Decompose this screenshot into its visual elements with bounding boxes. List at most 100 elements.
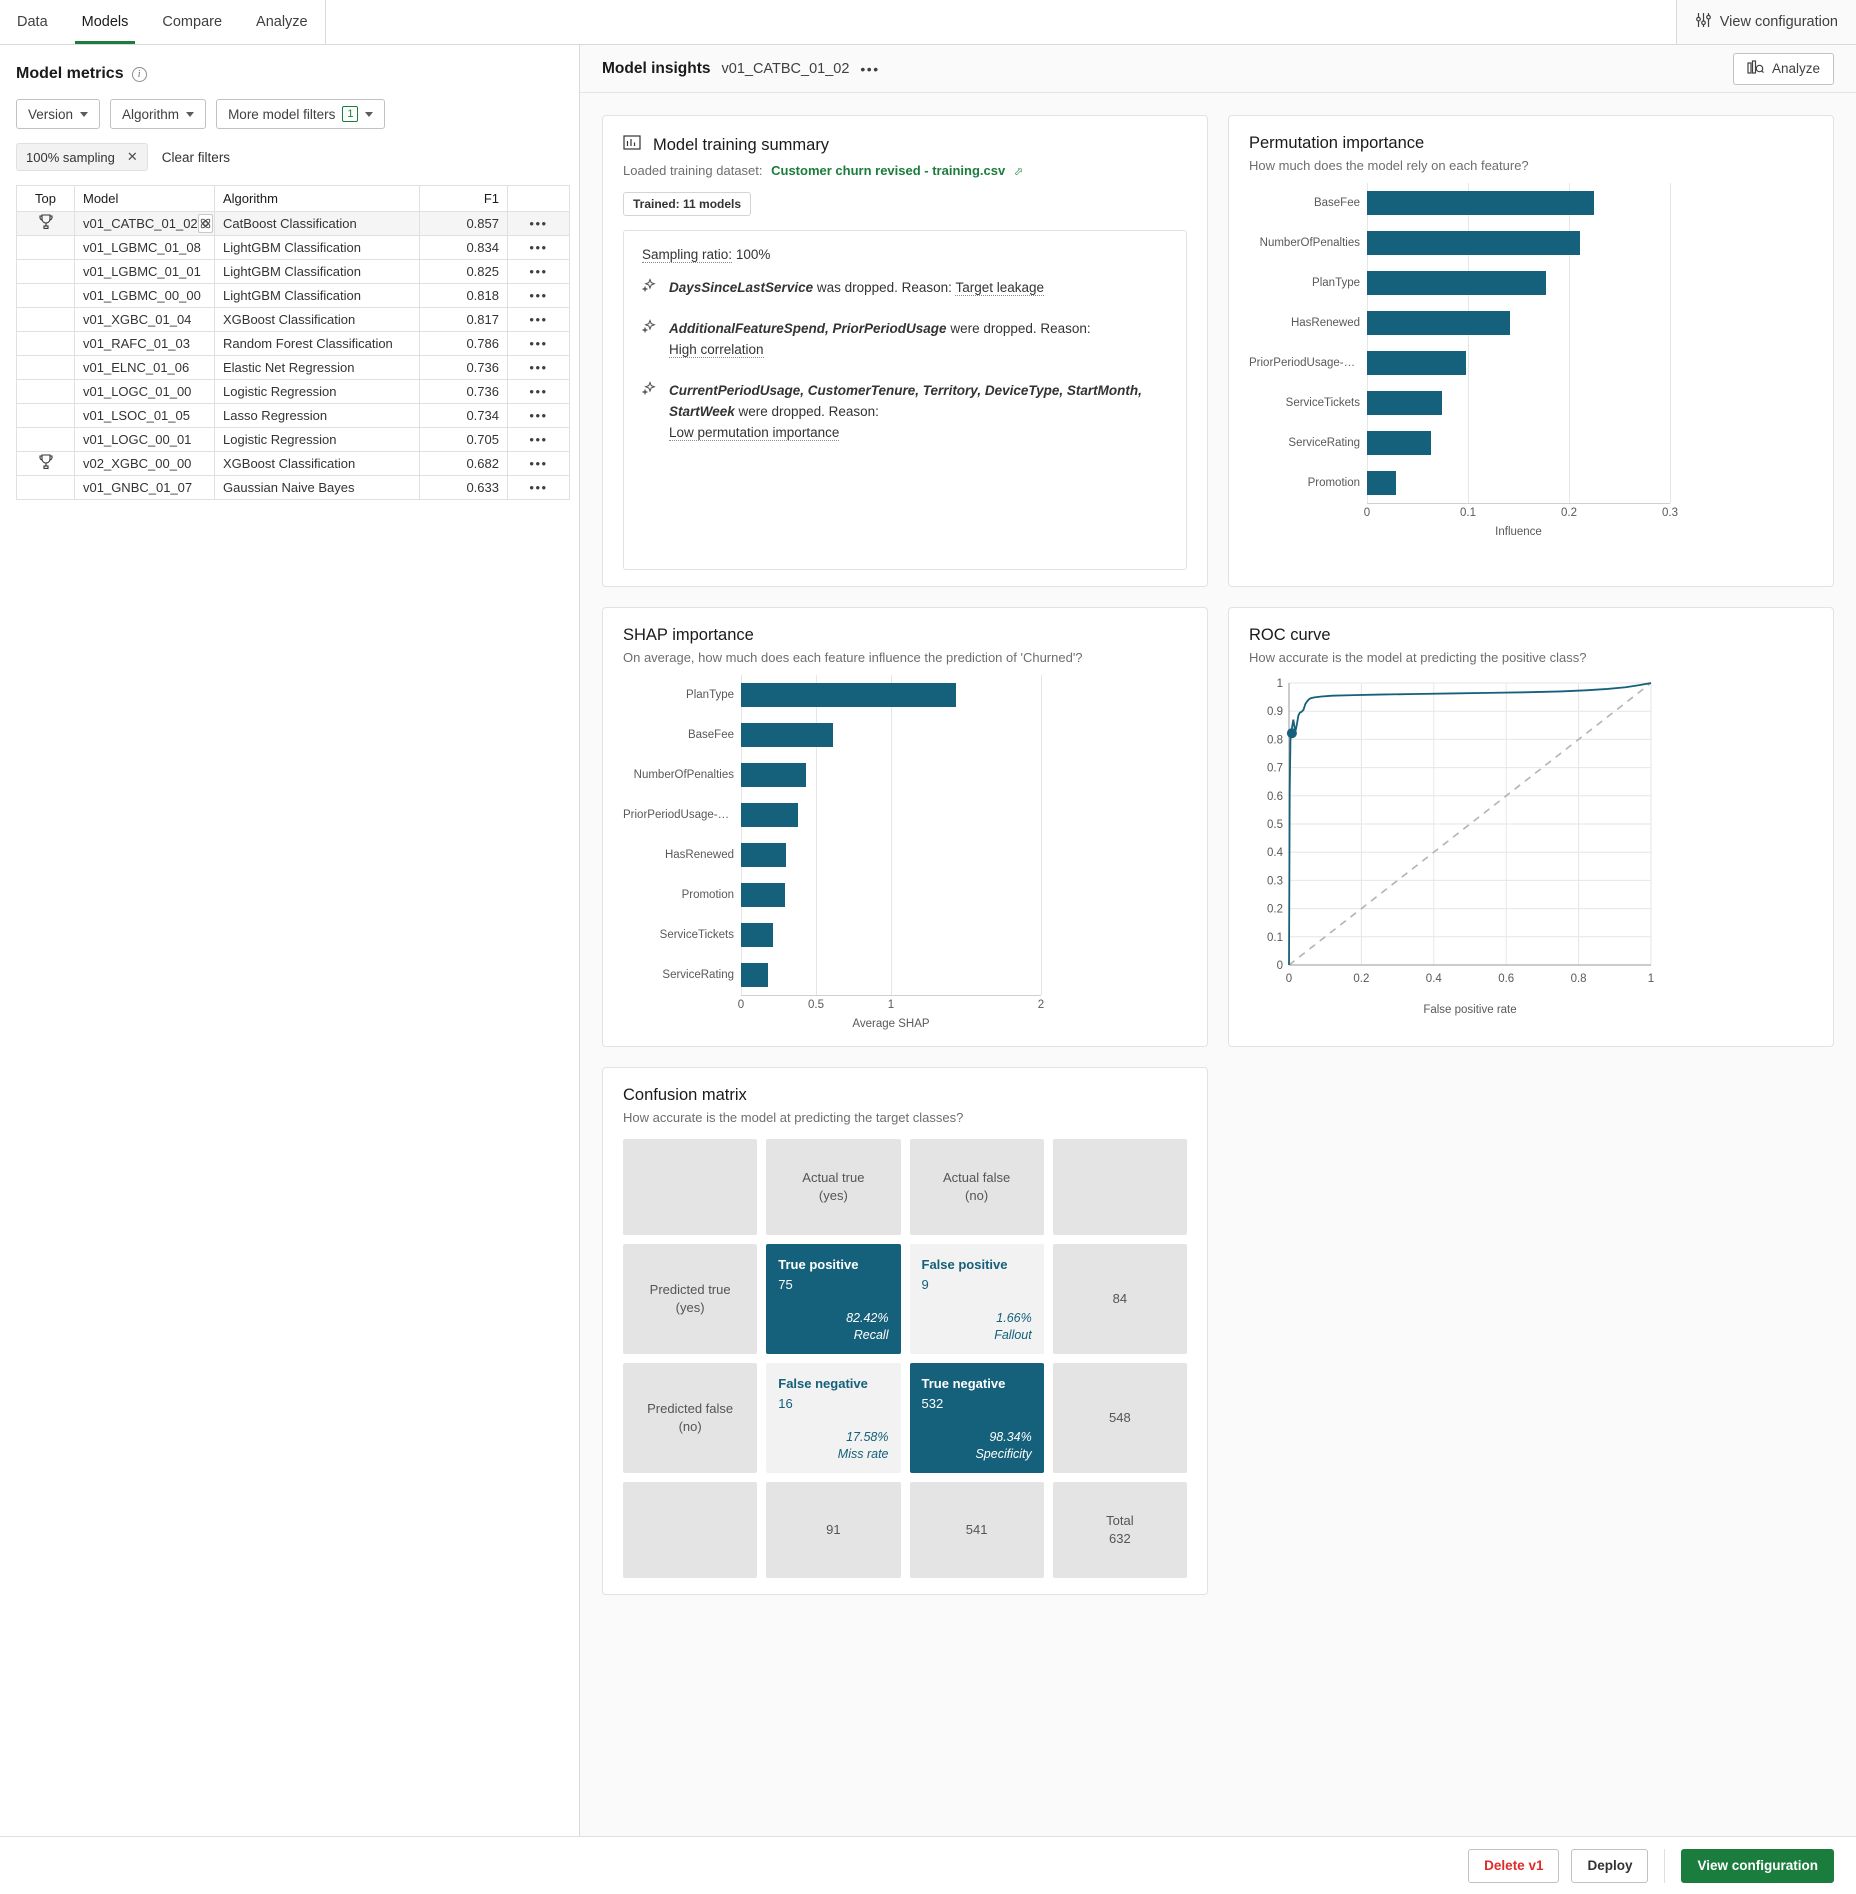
table-body: v01_CATBC_01_02 CatBoost Classification 0.… [16, 211, 570, 500]
svg-text:0.2: 0.2 [1353, 973, 1369, 985]
svg-text:0.3: 0.3 [1267, 875, 1283, 887]
row-actions-button[interactable]: ••• [507, 355, 570, 380]
model-cell[interactable]: v01_GNBC_01_07 [74, 475, 215, 500]
table-row[interactable]: v01_XGBC_01_04 XGBoost Classification 0.81… [16, 307, 570, 332]
row-actions-button[interactable]: ••• [507, 403, 570, 428]
table-row[interactable]: v01_CATBC_01_02 CatBoost Classification 0.… [16, 211, 570, 236]
training-dataset-link[interactable]: Customer churn revised - training.csv [771, 163, 1005, 178]
model-cell[interactable]: v01_LSOC_01_05 [74, 403, 215, 428]
row-actions-button[interactable]: ••• [507, 331, 570, 356]
model-cell[interactable]: v01_LGBMC_00_00 [74, 283, 215, 308]
row-actions-button[interactable]: ••• [507, 259, 570, 284]
model-cell[interactable]: v01_LOGC_01_00 [74, 379, 215, 404]
bar-track [1367, 343, 1813, 383]
algorithm-cell: Gaussian Naive Bayes [214, 475, 420, 500]
table-row[interactable]: v01_RAFC_01_03 Random Forest Classificati… [16, 331, 570, 356]
model-cell[interactable]: v01_ELNC_01_06 [74, 355, 215, 380]
column-header-f1[interactable]: F1 [419, 185, 508, 212]
row-actions-button[interactable]: ••• [507, 379, 570, 404]
model-cell[interactable]: v02_XGBC_00_00 [74, 451, 215, 476]
row-actions-button[interactable]: ••• [507, 427, 570, 452]
row-actions-button[interactable]: ••• [507, 307, 570, 332]
clear-filters-button[interactable]: Clear filters [162, 150, 230, 165]
analyze-button-label: Analyze [1771, 61, 1820, 76]
version-filter-button[interactable]: Version [16, 99, 101, 129]
row-actions-button[interactable]: ••• [507, 283, 570, 308]
table-row[interactable]: v01_LGBMC_01_08 LightGBM Classification 0.… [16, 235, 570, 260]
confusion-matrix-title: Confusion matrix [623, 1086, 747, 1104]
matrix-cell-false-negative[interactable]: False negative 16 17.58% Miss rate [766, 1363, 901, 1473]
matrix-cell-true-positive[interactable]: True positive 75 82.42% Recall [766, 1244, 901, 1354]
info-icon[interactable]: i [131, 66, 147, 82]
model-name: v01_GNBC_01_07 [83, 480, 193, 495]
drop-reason-link[interactable]: Low permutation importance [669, 424, 840, 441]
tab-analyze[interactable]: Analyze [239, 0, 325, 44]
model-cell[interactable]: v01_CATBC_01_02 [74, 211, 215, 236]
svg-text:False positive rate: False positive rate [1423, 1004, 1516, 1016]
model-cell[interactable]: v01_XGBC_01_04 [74, 307, 215, 332]
row-actions-button[interactable]: ••• [507, 451, 570, 476]
filter-chip-sampling[interactable]: 100% sampling ✕ [16, 143, 148, 171]
roc-threshold-marker[interactable] [1286, 728, 1297, 739]
column-header-top[interactable]: Top [16, 185, 75, 212]
matrix-col-header [1052, 1139, 1187, 1235]
svg-text:0.6: 0.6 [1498, 973, 1514, 985]
active-filter-row: 100% sampling ✕ Clear filters [16, 143, 563, 171]
matrix-cell-true-negative[interactable]: True negative 532 98.34% Specificity [909, 1363, 1044, 1473]
bar-row: NumberOfPenalties [1249, 223, 1813, 263]
svg-text:0.4: 0.4 [1426, 973, 1443, 985]
top-cell [16, 379, 75, 404]
column-header-model[interactable]: Model [74, 185, 215, 212]
tab-data-label: Data [17, 14, 48, 30]
table-row[interactable]: v01_LOGC_00_01 Logistic Regression 0.705 ••… [16, 427, 570, 452]
table-row[interactable]: v01_LGBMC_01_01 LightGBM Classification 0.… [16, 259, 570, 284]
training-summary-title: Model training summary [653, 136, 830, 154]
tab-models[interactable]: Models [65, 0, 146, 44]
row-actions-button[interactable]: ••• [507, 211, 570, 236]
model-cell[interactable]: v01_RAFC_01_03 [74, 331, 215, 356]
more-model-filters-button[interactable]: More model filters 1 [216, 99, 386, 129]
svg-text:0: 0 [1286, 973, 1292, 985]
row-actions-button[interactable]: ••• [507, 235, 570, 260]
view-configuration-button[interactable]: View configuration [1681, 1848, 1834, 1883]
x-tick-label: 0.1 [1460, 507, 1476, 519]
deploy-button[interactable]: Deploy [1571, 1848, 1649, 1883]
model-cell[interactable]: v01_LGBMC_01_01 [74, 259, 215, 284]
algorithm-filter-label: Algorithm [122, 106, 180, 122]
matrix-cell-name: False positive [921, 1257, 1008, 1272]
close-icon[interactable]: ✕ [127, 149, 138, 165]
table-row[interactable]: v01_ELNC_01_06 Elastic Net Regression 0.73… [16, 355, 570, 380]
table-row[interactable]: v02_XGBC_00_00 XGBoost Classification 0.68… [16, 451, 570, 476]
table-row[interactable]: v01_LSOC_01_05 Lasso Regression 0.734 ••• [16, 403, 570, 428]
algorithm-cell: Lasso Regression [214, 403, 420, 428]
matrix-cell-false-positive[interactable]: False positive 9 1.66% Fallout [909, 1244, 1044, 1354]
tab-compare[interactable]: Compare [145, 0, 239, 44]
roc-curve-title: ROC curve [1249, 626, 1331, 644]
matrix-cell-name: False negative [778, 1376, 868, 1391]
delete-version-button[interactable]: Delete v1 [1468, 1848, 1560, 1883]
model-insights-icon[interactable] [197, 214, 213, 233]
model-cell[interactable]: v01_LOGC_00_01 [74, 427, 215, 452]
algorithm-filter-button[interactable]: Algorithm [110, 99, 207, 129]
bar-label: ServiceRating [662, 969, 734, 981]
model-insights-overflow-button[interactable]: ••• [860, 61, 879, 77]
model-cell[interactable]: v01_LGBMC_01_08 [74, 235, 215, 260]
sampling-ratio-label[interactable]: Sampling ratio: [642, 247, 733, 263]
analyze-button[interactable]: Analyze [1732, 52, 1834, 85]
column-header-algorithm[interactable]: Algorithm [214, 185, 420, 212]
drop-reason-link[interactable]: Target leakage [955, 280, 1044, 296]
table-row[interactable]: v01_LOGC_01_00 Logistic Regression 0.736 ••… [16, 379, 570, 404]
algorithm-cell: LightGBM Classification [214, 259, 420, 284]
table-row[interactable]: v01_LGBMC_00_00 LightGBM Classification 0.… [16, 283, 570, 308]
sliders-icon [1695, 12, 1712, 32]
view-configuration-nav-button[interactable]: View configuration [1675, 0, 1856, 44]
external-link-icon[interactable]: ⬀ [1014, 166, 1023, 178]
table-row[interactable]: v01_GNBC_01_07 Gaussian Naive Bayes 0.633 •… [16, 475, 570, 500]
matrix-row-header: Predicted false (no) [623, 1363, 758, 1473]
tab-data[interactable]: Data [0, 0, 65, 44]
tab-compare-label: Compare [162, 14, 223, 30]
training-dataset-prefix: Loaded training dataset: [623, 163, 763, 178]
drop-reason-link[interactable]: High correlation [669, 341, 764, 358]
bar-label: PlanType [1312, 277, 1360, 289]
row-actions-button[interactable]: ••• [507, 475, 570, 500]
